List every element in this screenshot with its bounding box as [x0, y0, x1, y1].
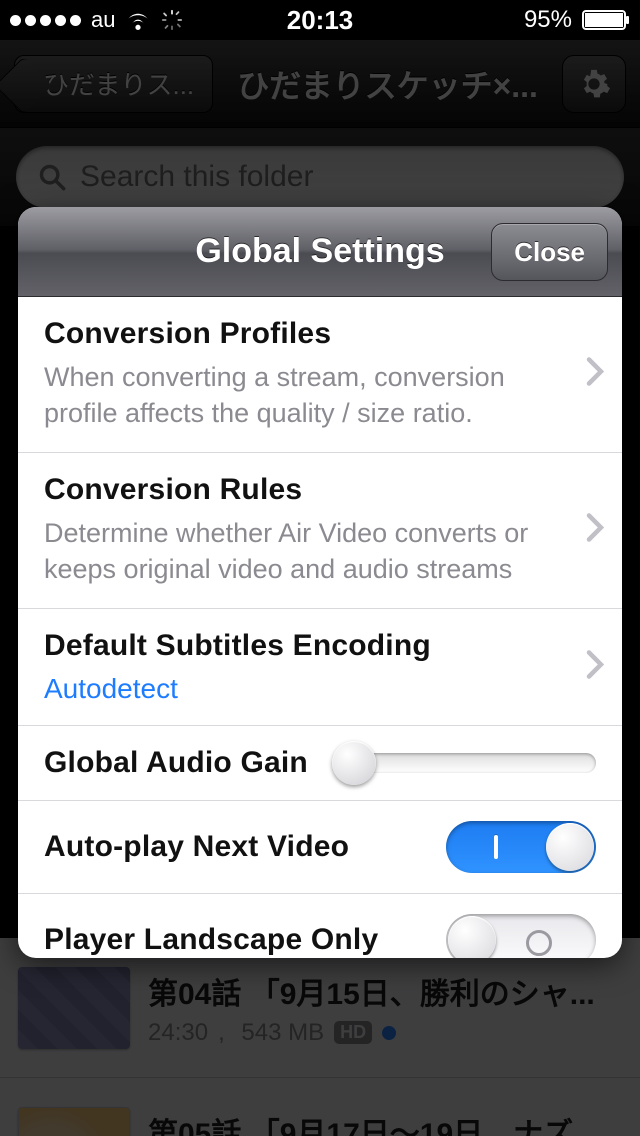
- row-subtitle: Determine whether Air Video converts or …: [44, 515, 564, 588]
- row-conversion-rules[interactable]: Conversion Rules Determine whether Air V…: [18, 453, 622, 609]
- row-title: Conversion Profiles: [44, 317, 596, 351]
- row-value: Autodetect: [44, 673, 596, 705]
- row-title: Default Subtitles Encoding: [44, 629, 596, 663]
- row-global-audio-gain: Global Audio Gain: [18, 726, 622, 801]
- status-clock: 20:13: [0, 5, 640, 36]
- chevron-right-icon: [586, 649, 604, 684]
- chevron-right-icon: [586, 357, 604, 392]
- audio-gain-slider[interactable]: [336, 753, 596, 773]
- row-subtitle-encoding[interactable]: Default Subtitles Encoding Autodetect: [18, 609, 622, 726]
- close-button[interactable]: Close: [491, 223, 608, 281]
- chevron-right-icon: [586, 513, 604, 548]
- row-subtitle: When converting a stream, conversion pro…: [44, 359, 564, 432]
- autoplay-toggle[interactable]: [446, 821, 596, 873]
- switch-knob: [448, 916, 496, 958]
- row-title: Auto-play Next Video: [44, 830, 349, 864]
- row-title: Global Audio Gain: [44, 746, 308, 780]
- row-landscape-only: Player Landscape Only: [18, 894, 622, 958]
- row-conversion-profiles[interactable]: Conversion Profiles When converting a st…: [18, 297, 622, 453]
- slider-thumb[interactable]: [332, 741, 376, 785]
- row-autoplay-next: Auto-play Next Video: [18, 801, 622, 894]
- landscape-toggle[interactable]: [446, 914, 596, 958]
- row-title: Conversion Rules: [44, 473, 596, 507]
- row-title: Player Landscape Only: [44, 923, 378, 957]
- switch-knob: [546, 823, 594, 871]
- settings-modal: Global Settings Close Conversion Profile…: [18, 207, 622, 958]
- status-bar: au 20:13 95%: [0, 0, 640, 40]
- modal-title: Global Settings: [195, 232, 444, 271]
- modal-header: Global Settings Close: [18, 207, 622, 297]
